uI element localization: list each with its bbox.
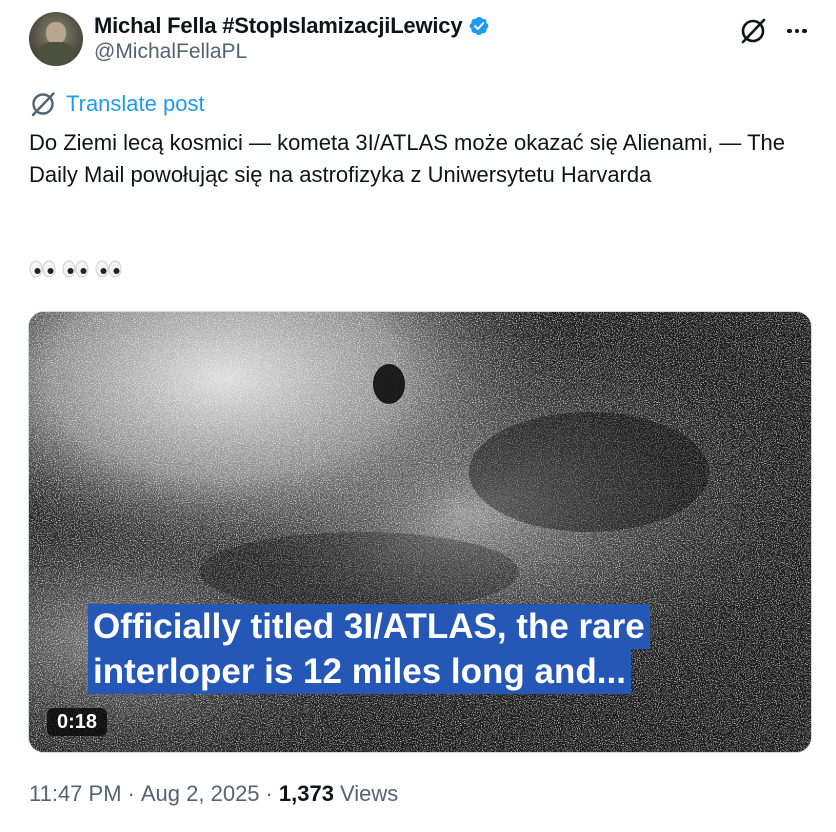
views-label[interactable]: Views [340, 781, 398, 807]
post-metadata: 11:47 PM · Aug 2, 2025 · 1,373 Views [29, 781, 398, 807]
more-icon-dot [802, 28, 807, 34]
video-caption: Officially titled 3I/ATLAS, the rare int… [88, 604, 650, 694]
views-count[interactable]: 1,373 [279, 781, 334, 807]
avatar[interactable] [29, 12, 83, 66]
video-caption-line: interloper is 12 miles long and... [88, 649, 631, 694]
more-icon-dot [794, 28, 800, 34]
more-icon-dot [787, 28, 792, 34]
video-duration-badge: 0:18 [47, 708, 108, 736]
post-text: Do Ziemi lecą kosmici — kometa 3I/ATLAS … [29, 130, 792, 187]
meta-separator: · [127, 781, 135, 806]
video-player[interactable]: Officially titled 3I/ATLAS, the rare int… [28, 311, 812, 753]
author-handle[interactable]: @MichalFellaPL [94, 40, 247, 64]
verified-badge-icon [469, 17, 489, 35]
grok-icon [741, 18, 766, 44]
author-display-name[interactable]: Michal Fella #StopIslamizacjiLewicy [94, 13, 463, 39]
post-time[interactable]: 11:47 PM [29, 781, 122, 807]
translate-icon [31, 92, 55, 117]
post-card: Michal Fella #StopIslamizacjiLewicy @Mic… [0, 0, 836, 832]
grok-button[interactable] [738, 16, 768, 46]
translate-post-link[interactable]: Translate post [29, 88, 205, 120]
translate-post-label: Translate post [66, 91, 205, 116]
meta-separator: · [265, 781, 273, 806]
more-options-button[interactable] [782, 16, 812, 46]
video-caption-line: Officially titled 3I/ATLAS, the rare [88, 604, 650, 649]
author-name-row: Michal Fella #StopIslamizacjiLewicy [94, 11, 490, 41]
eyes-emoji-icon [29, 260, 122, 278]
post-emoji-line: 👀👀👀 [29, 258, 129, 289]
avatar-body [38, 42, 74, 66]
avatar-face [46, 22, 66, 44]
post-date[interactable]: Aug 2, 2025 [141, 781, 260, 807]
